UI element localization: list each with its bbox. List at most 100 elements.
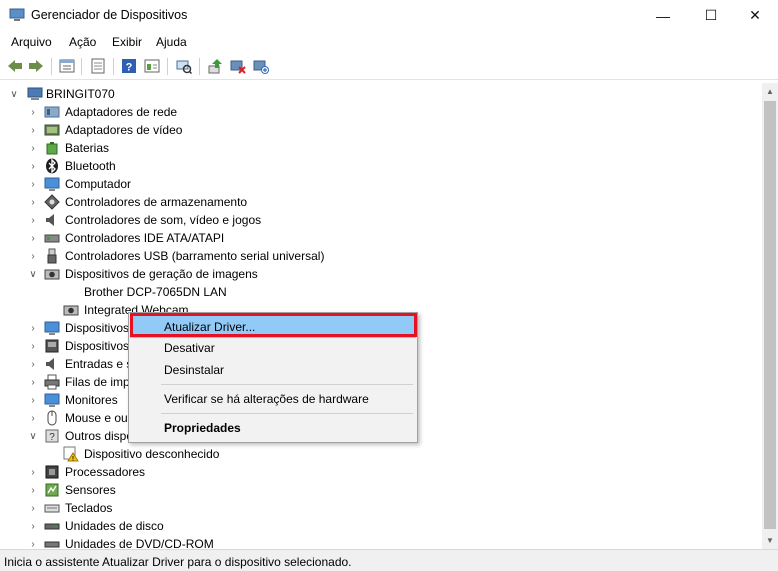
tree-node[interactable]: ∨ Dispositivos de geração de imagens xyxy=(0,265,760,283)
expand-chevron-icon[interactable]: › xyxy=(28,197,38,208)
context-separator xyxy=(161,413,413,414)
scan-icon[interactable] xyxy=(175,57,193,75)
tree-node[interactable]: › Adaptadores de rede xyxy=(0,103,760,121)
collapse-chevron-icon[interactable]: ∨ xyxy=(9,89,19,100)
expand-chevron-icon[interactable]: › xyxy=(28,107,38,118)
tree-node-label: Monitores xyxy=(65,393,118,407)
toolbar: ? xyxy=(0,53,778,80)
properties-icon[interactable] xyxy=(58,57,76,75)
audio-input-icon xyxy=(46,358,54,370)
svg-text:?: ? xyxy=(49,432,55,443)
expand-chevron-icon[interactable]: › xyxy=(28,539,38,550)
console-icon[interactable] xyxy=(89,57,107,75)
view-icon[interactable] xyxy=(143,57,161,75)
tree-node-label: Controladores de armazenamento xyxy=(65,195,248,209)
expand-chevron-icon[interactable]: › xyxy=(28,413,38,424)
back-arrow-icon[interactable] xyxy=(6,57,24,75)
toolbar-separator xyxy=(81,58,82,75)
expand-chevron-icon[interactable]: › xyxy=(28,485,38,496)
device-icon xyxy=(44,321,60,335)
tree-node-label: Computador xyxy=(65,177,132,191)
status-text: Inicia o assistente Atualizar Driver par… xyxy=(4,555,352,569)
context-update-driver[interactable]: Atualizar Driver... xyxy=(130,316,416,338)
toolbar-separator xyxy=(51,58,52,75)
tree-node[interactable]: › Processadores xyxy=(0,463,760,481)
expand-chevron-icon[interactable]: › xyxy=(28,323,38,334)
computer-icon xyxy=(44,177,60,191)
tree-node[interactable]: › Controladores USB (barramento serial u… xyxy=(0,247,760,265)
tree-node[interactable]: › Adaptadores de vídeo xyxy=(0,121,760,139)
window-title: Gerenciador de Dispositivos xyxy=(31,8,188,22)
tree-node[interactable]: › Bluetooth xyxy=(0,157,760,175)
expand-chevron-icon[interactable]: › xyxy=(28,251,38,262)
tree-child[interactable]: ! Dispositivo desconhecido xyxy=(0,445,760,463)
uninstall-device-icon[interactable] xyxy=(252,57,270,75)
collapse-chevron-icon[interactable]: ∨ xyxy=(28,269,38,280)
expand-chevron-icon[interactable]: › xyxy=(28,341,38,352)
expand-chevron-icon[interactable]: › xyxy=(28,377,38,388)
collapse-chevron-icon[interactable]: ∨ xyxy=(28,431,38,442)
computer-root-icon xyxy=(27,87,43,100)
tree-node-label: Teclados xyxy=(65,501,113,515)
help-icon[interactable]: ? xyxy=(120,57,138,75)
tree-root[interactable]: ∨ BRINGIT070 xyxy=(0,85,760,103)
scroll-up-arrow-icon[interactable]: ▲ xyxy=(762,83,778,100)
usb-icon xyxy=(47,248,57,264)
expand-chevron-icon[interactable]: › xyxy=(28,233,38,244)
expand-chevron-icon[interactable]: › xyxy=(28,215,38,226)
menu-exibir[interactable]: Exibir xyxy=(112,35,142,49)
context-disable[interactable]: Desativar xyxy=(130,337,416,359)
context-scan-hardware[interactable]: Verificar se há alterações de hardware xyxy=(130,388,416,410)
tree-node[interactable]: › Sensores xyxy=(0,481,760,499)
maximize-button[interactable]: ☐ xyxy=(688,0,734,31)
expand-chevron-icon[interactable]: › xyxy=(28,143,38,154)
vertical-scrollbar[interactable]: ▲ ▼ xyxy=(762,83,778,549)
disable-device-icon[interactable] xyxy=(229,57,247,75)
tree-node[interactable]: › Computador xyxy=(0,175,760,193)
tree-child[interactable]: Brother DCP-7065DN LAN xyxy=(0,283,760,301)
scrollbar-thumb[interactable] xyxy=(764,101,776,529)
tree-node-label: Controladores IDE ATA/ATAPI xyxy=(65,231,225,245)
tree-node[interactable]: › Baterias xyxy=(0,139,760,157)
menu-arquivo[interactable]: Arquivo xyxy=(11,35,52,49)
menu-acao[interactable]: Ação xyxy=(69,35,96,49)
expand-chevron-icon[interactable]: › xyxy=(28,395,38,406)
storage-controller-icon xyxy=(44,194,60,210)
imaging-device-icon xyxy=(44,269,60,280)
forward-arrow-icon[interactable] xyxy=(27,57,45,75)
tree-node[interactable]: › Controladores de som, vídeo e jogos xyxy=(0,211,760,229)
context-separator xyxy=(161,384,413,385)
expand-chevron-icon[interactable]: › xyxy=(28,125,38,136)
update-driver-icon[interactable] xyxy=(206,57,224,75)
network-adapter-icon xyxy=(44,106,60,118)
printer-queue-icon xyxy=(44,374,60,390)
speaker-icon xyxy=(46,214,54,226)
expand-chevron-icon[interactable]: › xyxy=(28,521,38,532)
expand-chevron-icon[interactable]: › xyxy=(28,359,38,370)
tree-node[interactable]: › Controladores de armazenamento xyxy=(0,193,760,211)
dvd-drive-icon xyxy=(44,541,60,548)
disk-drive-icon xyxy=(44,523,60,530)
tree-node[interactable]: › Unidades de DVD/CD-ROM xyxy=(0,535,760,549)
expand-chevron-icon[interactable]: › xyxy=(28,161,38,172)
tree-node[interactable]: › Teclados xyxy=(0,499,760,517)
menu-ajuda[interactable]: Ajuda xyxy=(156,35,187,49)
expand-chevron-icon[interactable]: › xyxy=(28,179,38,190)
tree-node-label: Processadores xyxy=(65,465,146,479)
tree-child-label: Dispositivo desconhecido xyxy=(84,447,220,461)
display-adapter-icon xyxy=(44,124,60,136)
tree-node[interactable]: › Controladores IDE ATA/ATAPI xyxy=(0,229,760,247)
expand-chevron-icon[interactable]: › xyxy=(28,503,38,514)
close-button[interactable]: ✕ xyxy=(732,0,778,31)
scroll-down-arrow-icon[interactable]: ▼ xyxy=(762,532,778,549)
tree-node[interactable]: › Unidades de disco xyxy=(0,517,760,535)
context-properties[interactable]: Propriedades xyxy=(130,417,416,439)
context-uninstall[interactable]: Desinstalar xyxy=(130,359,416,381)
tree-node-label: Adaptadores de vídeo xyxy=(65,123,183,137)
svg-text:!: ! xyxy=(72,457,74,463)
tree-node-label: Mouse e out xyxy=(65,411,132,425)
device-manager-icon xyxy=(9,8,25,21)
minimize-button[interactable]: — xyxy=(640,0,686,31)
mouse-icon xyxy=(47,410,57,426)
expand-chevron-icon[interactable]: › xyxy=(28,467,38,478)
